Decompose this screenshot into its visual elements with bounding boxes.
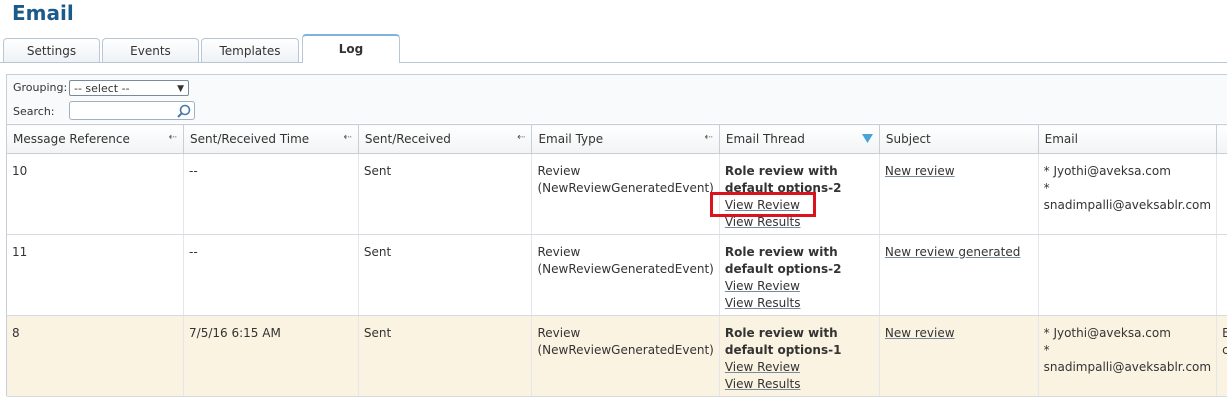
sort-icon[interactable]: ⇠ bbox=[704, 132, 712, 143]
cell-email-type: Review (NewReviewGeneratedEvent) bbox=[531, 315, 720, 397]
search-input[interactable] bbox=[69, 101, 195, 120]
column-header-sent-received[interactable]: Sent/Received ⇠ bbox=[358, 124, 533, 154]
log-panel: Grouping: -- select -- ▼ Search: Message… bbox=[6, 74, 1227, 397]
grid-toolbar: Grouping: -- select -- ▼ Search: bbox=[7, 75, 1227, 123]
cell-message-reference: 10 bbox=[7, 153, 185, 235]
tab-templates[interactable]: Templates bbox=[201, 38, 299, 62]
cell-time: 7/5/16 6:15 AM bbox=[183, 315, 359, 397]
view-review-link[interactable]: View Review bbox=[725, 278, 800, 295]
cell-email-thread: Role review with default options-1 View … bbox=[719, 315, 880, 397]
grouping-select[interactable]: -- select -- ▼ bbox=[69, 80, 189, 96]
column-header-overflow[interactable] bbox=[1216, 124, 1227, 154]
table-header-row: Message Reference ⇠ Sent/Received Time ⇠ S… bbox=[7, 124, 1227, 154]
cell-time: -- bbox=[183, 234, 359, 316]
cell-message-reference: 8 bbox=[7, 315, 185, 397]
subject-link[interactable]: New review bbox=[885, 164, 955, 178]
cell-email bbox=[1038, 234, 1218, 316]
tab-log[interactable]: Log bbox=[302, 34, 400, 63]
cell-sent-received: Sent bbox=[358, 234, 533, 316]
cell-email: * Jyothi@aveksa.com * snadimpalli@aveksab… bbox=[1038, 153, 1218, 235]
sort-icon[interactable]: ⇠ bbox=[169, 132, 177, 143]
table-row[interactable]: 11 -- Sent Review (NewReviewGeneratedEven… bbox=[7, 234, 1227, 316]
grouping-label: Grouping: bbox=[13, 81, 68, 94]
search-icon[interactable] bbox=[176, 103, 192, 119]
cell-overflow bbox=[1216, 234, 1227, 316]
column-header-email[interactable]: Email bbox=[1038, 124, 1218, 154]
thread-title: Role review with default options-2 bbox=[724, 245, 842, 276]
column-header-message-reference[interactable]: Message Reference ⇠ bbox=[7, 124, 185, 154]
column-header-subject[interactable]: Subject bbox=[879, 124, 1039, 154]
cell-message-reference: 11 bbox=[7, 234, 185, 316]
table-row[interactable]: 10 -- Sent Review (NewReviewGeneratedEven… bbox=[7, 153, 1227, 235]
tab-bar: Settings Events Templates Log bbox=[0, 32, 1227, 64]
subject-link[interactable]: New review bbox=[885, 326, 955, 340]
tab-events[interactable]: Events bbox=[102, 38, 199, 62]
cell-email-type: Review (NewReviewGeneratedEvent) bbox=[531, 153, 720, 235]
cell-time: -- bbox=[183, 153, 359, 235]
cell-email: * Jyothi@aveksa.com * snadimpalli@aveksab… bbox=[1038, 315, 1218, 397]
cell-subject: New review bbox=[879, 315, 1039, 397]
column-header-email-thread[interactable]: Email Thread bbox=[719, 124, 880, 154]
sort-icon[interactable]: ⇠ bbox=[517, 132, 525, 143]
dropdown-arrow-icon: ▼ bbox=[177, 84, 184, 94]
page-title: Email bbox=[12, 1, 74, 25]
cell-email-thread: Role review with default options-2 View … bbox=[719, 234, 880, 316]
grouping-select-value: -- select -- bbox=[74, 82, 130, 95]
sort-icon[interactable]: ⇠ bbox=[344, 132, 352, 143]
cell-sent-received: Sent bbox=[358, 315, 533, 397]
view-review-link[interactable]: View Review bbox=[725, 359, 800, 376]
column-header-email-type[interactable]: Email Type ⇠ bbox=[531, 124, 720, 154]
column-header-sent-received-time[interactable]: Sent/Received Time ⇠ bbox=[183, 124, 359, 154]
cell-subject: New review bbox=[879, 153, 1039, 235]
view-results-link[interactable]: View Results bbox=[725, 295, 801, 312]
cell-subject: New review generated bbox=[879, 234, 1039, 316]
cell-overflow bbox=[1216, 153, 1227, 235]
subject-link[interactable]: New review generated bbox=[885, 245, 1020, 259]
annotation-highlight-box bbox=[710, 192, 816, 217]
table-row[interactable]: 8 7/5/16 6:15 AM Sent Review (NewReviewGe… bbox=[7, 315, 1227, 397]
email-log-table: Message Reference ⇠ Sent/Received Time ⇠ S… bbox=[7, 124, 1227, 397]
cell-sent-received: Sent bbox=[358, 153, 533, 235]
tab-baseline bbox=[0, 62, 1227, 63]
cell-overflow: E c bbox=[1216, 315, 1227, 397]
cell-email-type: Review (NewReviewGeneratedEvent) bbox=[531, 234, 720, 316]
filter-icon[interactable] bbox=[861, 134, 873, 143]
search-label: Search: bbox=[13, 105, 55, 118]
tab-settings[interactable]: Settings bbox=[3, 38, 100, 62]
thread-title: Role review with default options-1 bbox=[724, 326, 842, 357]
